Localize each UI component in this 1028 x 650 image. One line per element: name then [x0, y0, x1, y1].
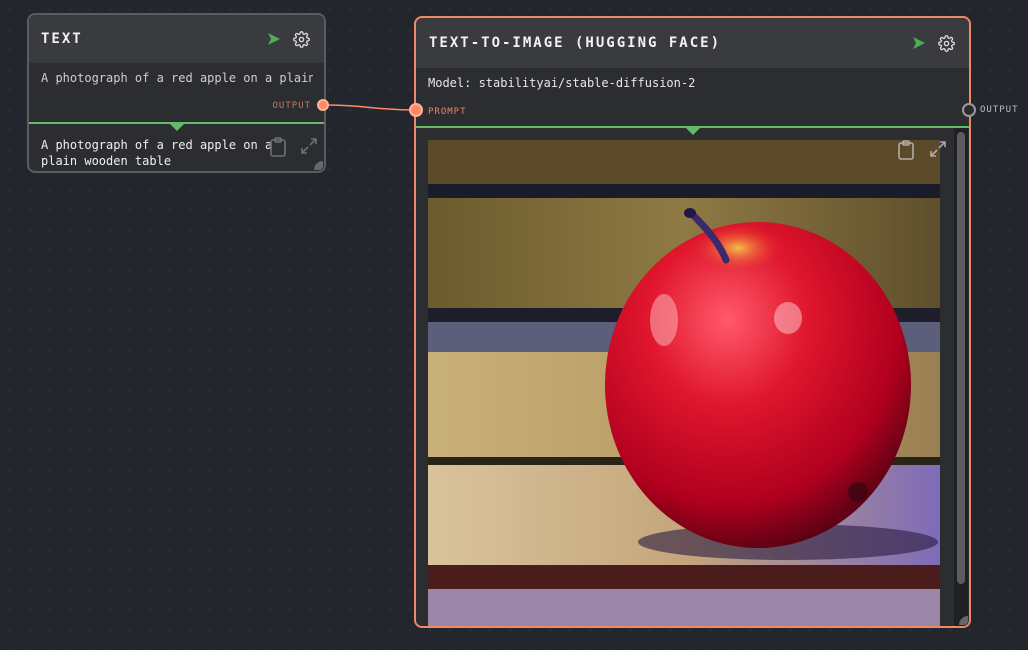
clipboard-icon[interactable]	[897, 140, 915, 160]
resize-handle[interactable]	[314, 161, 323, 170]
text-node[interactable]: TEXT A photograph of a red apple on a pl…	[27, 13, 329, 173]
gear-icon[interactable]	[938, 34, 955, 52]
expand-icon[interactable]	[929, 140, 947, 160]
scrollbar-thumb[interactable]	[957, 132, 965, 584]
prompt-input-port[interactable]	[409, 103, 423, 117]
text-output-display: A photograph of a red apple on a plain w…	[41, 138, 273, 168]
output-port-label: OUTPUT	[272, 101, 311, 111]
play-icon[interactable]	[267, 32, 281, 46]
divider-caret	[686, 128, 700, 135]
clipboard-icon[interactable]	[269, 137, 287, 157]
tti-node-header[interactable]: TEXT-TO-IMAGE (HUGGING FACE)	[416, 18, 969, 68]
generated-image	[428, 140, 940, 626]
model-label: Model: stabilityai/stable-diffusion-2	[428, 76, 696, 90]
image-scrollbar[interactable]	[954, 128, 968, 626]
tti-output-port[interactable]	[962, 103, 976, 117]
expand-icon[interactable]	[300, 137, 318, 155]
text-output-port[interactable]	[317, 99, 329, 111]
play-icon[interactable]	[912, 36, 926, 50]
divider-caret	[170, 124, 184, 131]
text-node-title: TEXT	[41, 31, 83, 47]
prompt-port-label: PROMPT	[428, 107, 467, 117]
text-node-header[interactable]: TEXT	[29, 15, 324, 63]
text-to-image-node[interactable]: TEXT-TO-IMAGE (HUGGING FACE) Model: stab…	[414, 16, 971, 628]
tti-node-title: TEXT-TO-IMAGE (HUGGING FACE)	[429, 35, 722, 51]
gear-icon[interactable]	[293, 30, 310, 48]
text-input-field[interactable]: A photograph of a red apple on a plain	[41, 71, 313, 85]
tti-output-port-label: OUTPUT	[980, 105, 1019, 115]
